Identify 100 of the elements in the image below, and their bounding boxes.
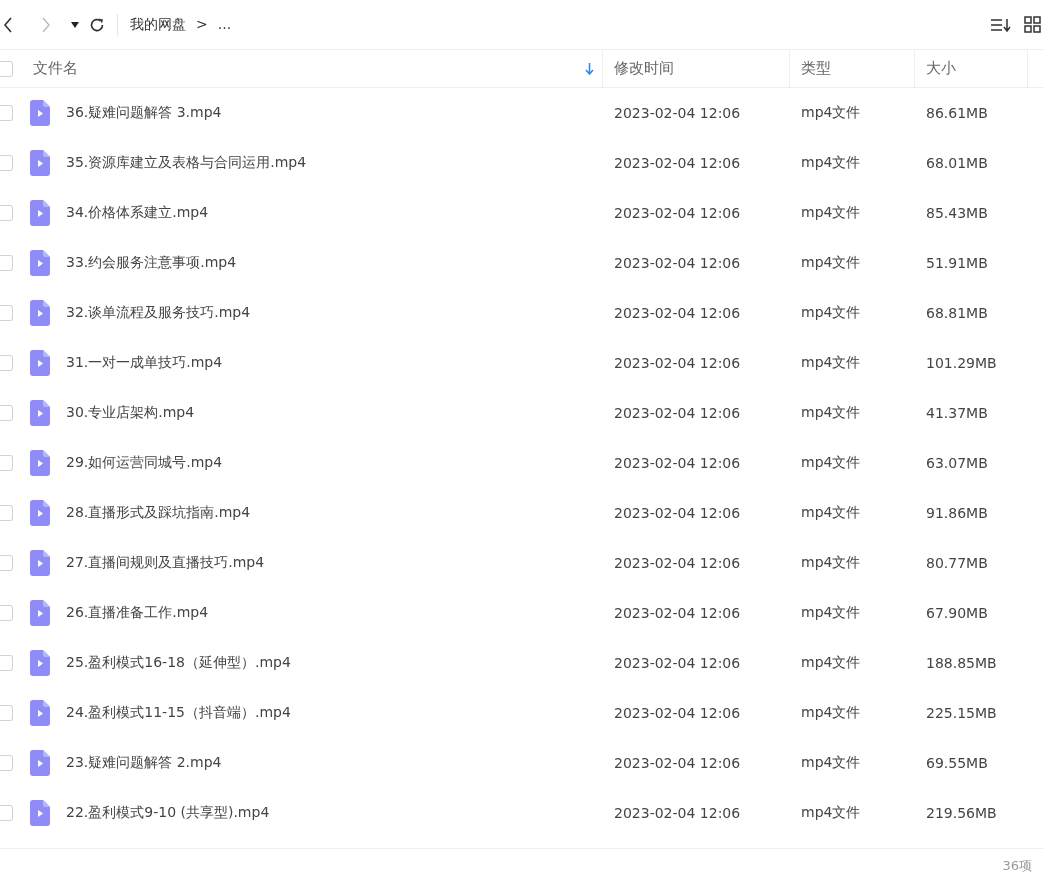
- file-name[interactable]: 31.一对一成单技巧.mp4: [66, 354, 223, 372]
- video-file-icon: [30, 450, 50, 476]
- file-type: mp4文件: [800, 304, 862, 322]
- checkbox[interactable]: [0, 60, 13, 77]
- modified-time: 2023-02-04 12:06: [613, 755, 742, 771]
- checkbox[interactable]: [0, 805, 13, 821]
- sort-icon[interactable]: [990, 16, 1012, 33]
- video-file-icon: [30, 300, 50, 326]
- file-size: 68.01MB: [925, 155, 989, 171]
- breadcrumb-item[interactable]: ...: [217, 15, 232, 34]
- refresh-icon[interactable]: [89, 16, 105, 33]
- file-size: 86.61MB: [925, 105, 989, 121]
- video-file-icon: [30, 150, 50, 176]
- file-type: mp4文件: [800, 754, 862, 772]
- checkbox[interactable]: [0, 755, 13, 771]
- file-size: 91.86MB: [925, 505, 989, 521]
- video-file-icon: [30, 200, 50, 226]
- file-size: 80.77MB: [925, 555, 989, 571]
- checkbox[interactable]: [0, 205, 13, 221]
- file-size: 51.91MB: [925, 255, 989, 271]
- file-size: 41.37MB: [925, 405, 989, 421]
- file-type: mp4文件: [800, 154, 862, 172]
- breadcrumb-item[interactable]: >: [196, 15, 208, 34]
- file-size: 67.90MB: [925, 605, 989, 621]
- file-type: mp4文件: [800, 454, 862, 472]
- modified-time: 2023-02-04 12:06: [613, 455, 742, 471]
- file-name[interactable]: 24.盈利模式11-15（抖音端）.mp4: [66, 704, 291, 722]
- file-name[interactable]: 32.谈单流程及服务技巧.mp4: [66, 304, 251, 322]
- modified-time: 2023-02-04 12:06: [613, 555, 742, 571]
- video-file-icon: [30, 250, 50, 276]
- column-header[interactable]: 大小: [926, 59, 956, 78]
- file-type: mp4文件: [800, 604, 862, 622]
- file-type: mp4文件: [800, 204, 862, 222]
- modified-time: 2023-02-04 12:06: [613, 355, 742, 371]
- modified-time: 2023-02-04 12:06: [613, 105, 742, 121]
- file-name[interactable]: 30.专业店架构.mp4: [66, 404, 195, 422]
- file-size: 188.85MB: [925, 655, 998, 671]
- file-name[interactable]: 29.如何运营同城号.mp4: [66, 454, 223, 472]
- file-name[interactable]: 35.资源库建立及表格与合同运用.mp4: [66, 154, 307, 172]
- column-header[interactable]: 文件名: [33, 59, 78, 78]
- checkbox[interactable]: [0, 305, 13, 321]
- breadcrumb-item[interactable]: 我的网盘: [130, 15, 186, 34]
- file-type: mp4文件: [800, 554, 862, 572]
- checkbox[interactable]: [0, 255, 13, 271]
- video-file-icon: [30, 100, 50, 126]
- modified-time: 2023-02-04 12:06: [613, 305, 742, 321]
- modified-time: 2023-02-04 12:06: [613, 805, 742, 821]
- checkbox[interactable]: [0, 455, 13, 471]
- file-size: 63.07MB: [925, 455, 989, 471]
- file-size: 225.15MB: [925, 705, 998, 721]
- file-name[interactable]: 27.直播间规则及直播技巧.mp4: [66, 554, 265, 572]
- file-type: mp4文件: [800, 504, 862, 522]
- modified-time: 2023-02-04 12:06: [613, 255, 742, 271]
- checkbox[interactable]: [0, 555, 13, 571]
- video-file-icon: [30, 350, 50, 376]
- file-name[interactable]: 22.盈利模式9-10 (共享型).mp4: [66, 804, 270, 822]
- file-name[interactable]: 36.疑难问题解答 3.mp4: [66, 104, 222, 122]
- dropdown-caret-icon[interactable]: [71, 21, 79, 28]
- modified-time: 2023-02-04 12:06: [613, 205, 742, 221]
- checkbox[interactable]: [0, 105, 13, 121]
- checkbox[interactable]: [0, 405, 13, 421]
- column-header[interactable]: 修改时间: [614, 59, 674, 78]
- file-name[interactable]: 28.直播形式及踩坑指南.mp4: [66, 504, 251, 522]
- checkbox[interactable]: [0, 355, 13, 371]
- file-type: mp4文件: [800, 704, 862, 722]
- checkbox[interactable]: [0, 505, 13, 521]
- video-file-icon: [30, 700, 50, 726]
- file-size: 69.55MB: [925, 755, 989, 771]
- file-name[interactable]: 26.直播准备工作.mp4: [66, 604, 209, 622]
- file-name[interactable]: 23.疑难问题解答 2.mp4: [66, 754, 222, 772]
- file-type: mp4文件: [800, 804, 862, 822]
- checkbox[interactable]: [0, 655, 13, 671]
- modified-time: 2023-02-04 12:06: [613, 505, 742, 521]
- file-size: 68.81MB: [925, 305, 989, 321]
- column-header[interactable]: 类型: [801, 59, 831, 78]
- modified-time: 2023-02-04 12:06: [613, 655, 742, 671]
- file-name[interactable]: 25.盈利模式16-18（延伸型）.mp4: [66, 654, 291, 672]
- checkbox[interactable]: [0, 705, 13, 721]
- modified-time: 2023-02-04 12:06: [613, 155, 742, 171]
- checkbox[interactable]: [0, 605, 13, 621]
- file-name[interactable]: 33.约会服务注意事项.mp4: [66, 254, 237, 272]
- file-name[interactable]: 34.价格体系建立.mp4: [66, 204, 209, 222]
- forward-icon[interactable]: [41, 16, 51, 33]
- modified-time: 2023-02-04 12:06: [613, 605, 742, 621]
- grid-view-icon[interactable]: [1024, 16, 1041, 33]
- file-type: mp4文件: [800, 654, 862, 672]
- file-type: mp4文件: [800, 254, 862, 272]
- file-type: mp4文件: [800, 354, 862, 372]
- video-file-icon: [30, 800, 50, 826]
- sort-down-arrow-icon[interactable]: [585, 62, 594, 75]
- file-size: 101.29MB: [925, 355, 998, 371]
- back-icon[interactable]: [3, 16, 13, 33]
- video-file-icon: [30, 550, 50, 576]
- checkbox[interactable]: [0, 155, 13, 171]
- video-file-icon: [30, 650, 50, 676]
- video-file-icon: [30, 750, 50, 776]
- video-file-icon: [30, 400, 50, 426]
- file-size: 85.43MB: [925, 205, 989, 221]
- video-file-icon: [30, 600, 50, 626]
- item-count: 36项: [1002, 857, 1032, 875]
